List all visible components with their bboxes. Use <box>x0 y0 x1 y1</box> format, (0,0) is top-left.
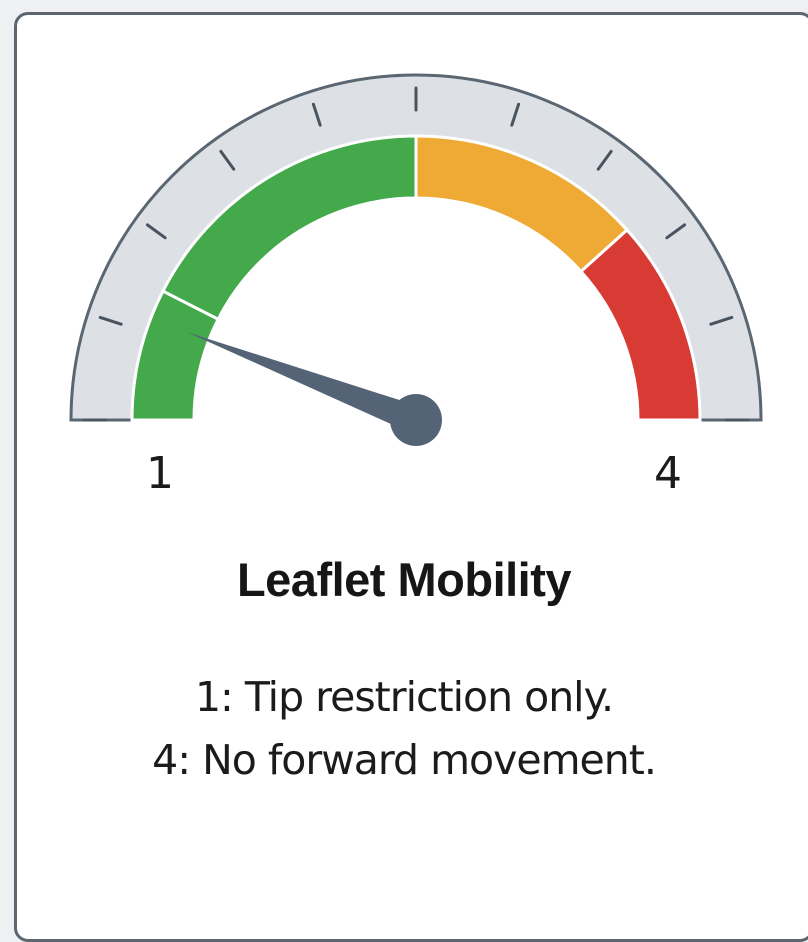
gauge-needle <box>187 332 442 446</box>
gauge-needle-pointer <box>187 332 422 434</box>
gauge: 1 4 <box>69 73 763 499</box>
gauge-max-label: 4 <box>654 448 682 499</box>
legend-max-description: 4: No forward movement. <box>152 736 657 784</box>
gauge-title: Leaflet Mobility <box>236 553 572 606</box>
gauge-min-label: 1 <box>146 448 174 499</box>
legend-min-description: 1: Tip restriction only. <box>194 673 614 721</box>
gauge-needle-hub <box>390 394 442 446</box>
